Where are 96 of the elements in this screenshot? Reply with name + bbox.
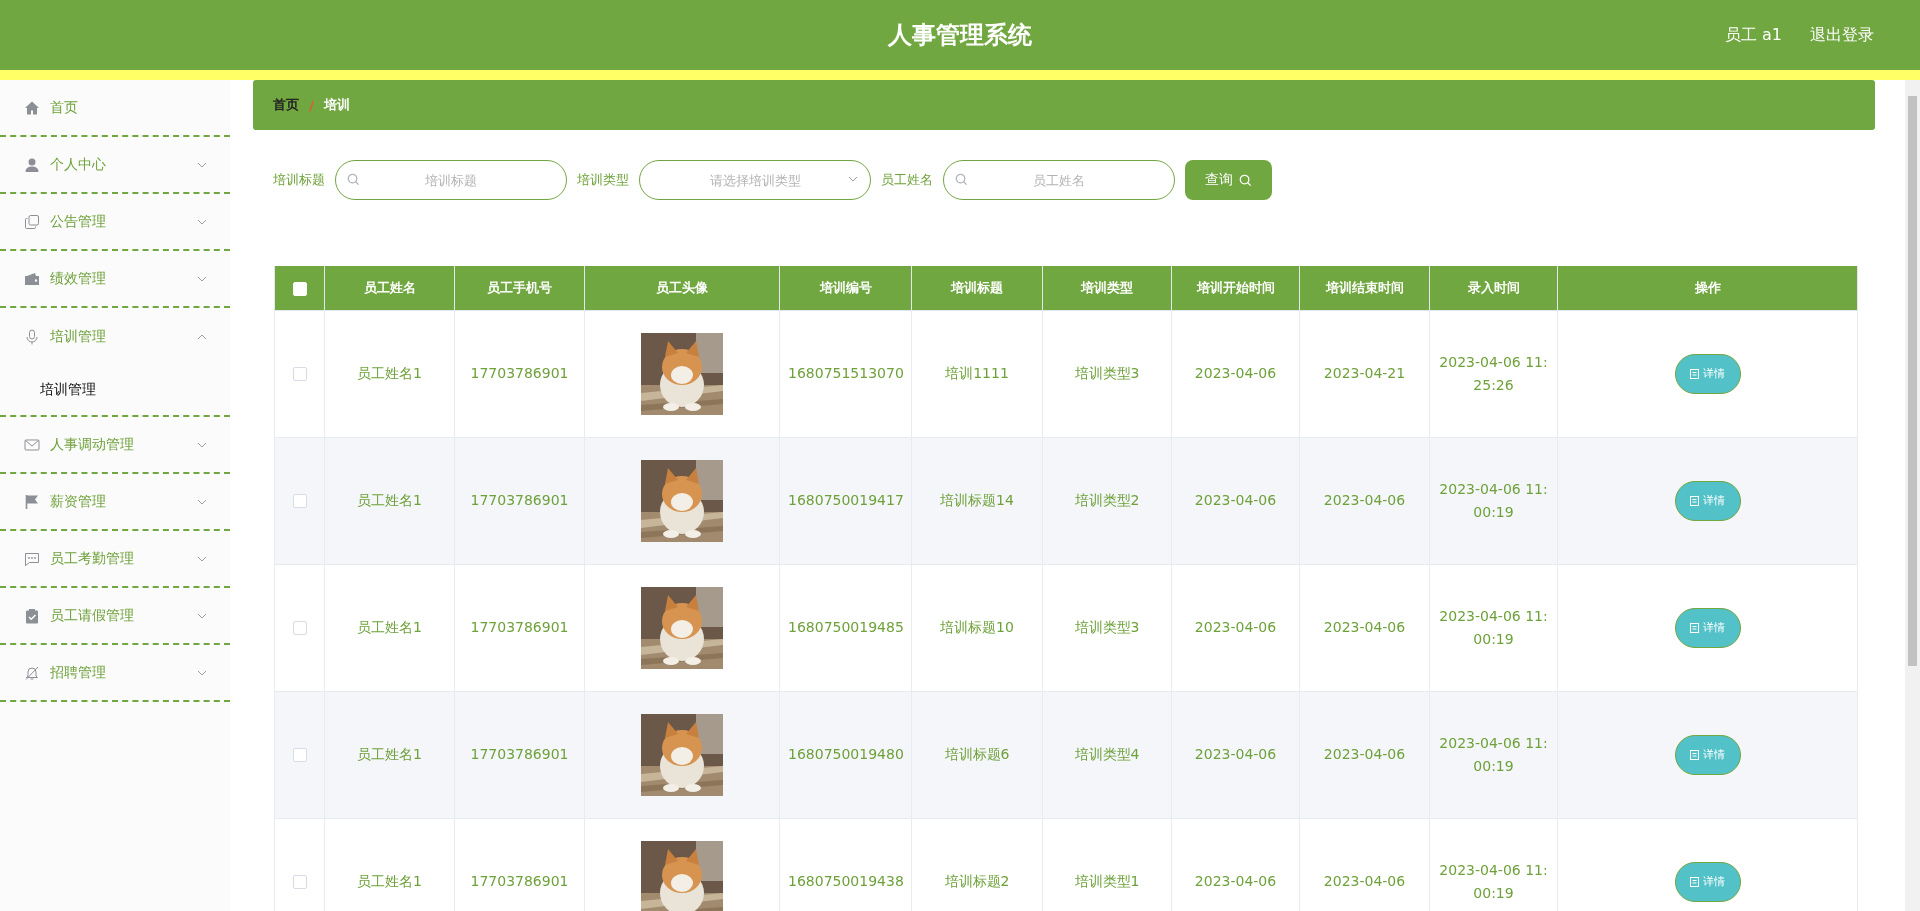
detail-button[interactable]: 详情	[1674, 734, 1741, 775]
column-header: 操作	[1557, 266, 1858, 310]
chat-icon	[24, 550, 40, 567]
row-checkbox[interactable]	[292, 748, 307, 763]
column-header: 培训类型	[1042, 266, 1172, 310]
column-header: 员工姓名	[324, 266, 455, 310]
table-cell: 2023-04-06 11:25:26	[1429, 310, 1558, 437]
column-header: 员工手机号	[454, 266, 585, 310]
column-header: 员工头像	[584, 266, 780, 310]
table-cell: 17703786901	[454, 564, 585, 691]
search-icon	[1239, 173, 1252, 187]
user-name: 员工 a1	[1724, 24, 1782, 46]
table-cell: 2023-04-06	[1171, 437, 1300, 564]
search-icon	[347, 173, 360, 186]
table-cell: 2023-04-06 11:00:19	[1429, 691, 1558, 818]
sidebar-item[interactable]: 个人中心	[0, 137, 230, 194]
column-header: 培训编号	[779, 266, 912, 310]
table-cell: 2023-04-06 11:00:19	[1429, 564, 1558, 691]
table-cell: 培训类型4	[1042, 691, 1172, 818]
document-icon	[1690, 368, 1699, 379]
submenu-item[interactable]: 培训管理	[0, 365, 230, 415]
table-cell: 1680751513070	[779, 310, 912, 437]
table-cell: 2023-04-06	[1171, 691, 1300, 818]
table-cell: 2023-04-21	[1299, 310, 1430, 437]
sidebar-item[interactable]: 薪资管理	[0, 474, 230, 531]
mic-icon	[24, 328, 40, 345]
table-cell: 1680750019480	[779, 691, 912, 818]
table-cell: 17703786901	[454, 691, 585, 818]
column-header: 培训开始时间	[1171, 266, 1300, 310]
copy-icon	[24, 213, 40, 230]
sidebar-item[interactable]: 培训管理	[0, 308, 230, 365]
table-cell: 17703786901	[454, 437, 585, 564]
table-cell: 员工姓名1	[324, 691, 455, 818]
breadcrumb-separator: /	[309, 97, 314, 113]
table-cell: 17703786901	[454, 310, 585, 437]
detail-button[interactable]: 详情	[1674, 480, 1741, 521]
search-field[interactable]: 员工姓名	[943, 160, 1175, 200]
table-cell: 员工姓名1	[324, 564, 455, 691]
table-cell: 员工姓名1	[324, 437, 455, 564]
row-checkbox[interactable]	[292, 875, 307, 890]
sidebar-item[interactable]: 公告管理	[0, 194, 230, 251]
clipboard-icon	[24, 607, 40, 624]
query-button[interactable]: 查询	[1185, 160, 1272, 200]
breadcrumb-item[interactable]: 首页	[273, 96, 299, 114]
column-header: 培训标题	[911, 266, 1043, 310]
table-cell: 培训类型3	[1042, 310, 1172, 437]
table-cell: 培训标题6	[911, 691, 1043, 818]
app-title: 人事管理系统	[888, 20, 1032, 51]
table-cell: 1680750019417	[779, 437, 912, 564]
field-label: 员工姓名	[881, 171, 933, 189]
table-cell: 2023-04-06	[1171, 310, 1300, 437]
field-label: 培训类型	[577, 171, 629, 189]
table-cell: 培训标题14	[911, 437, 1043, 564]
table-cell: 培训1111	[911, 310, 1043, 437]
search-icon	[955, 173, 968, 186]
document-icon	[1690, 876, 1699, 887]
bell-icon	[24, 664, 40, 681]
table-cell: 培训类型2	[1042, 437, 1172, 564]
table-cell: 2023-04-06 11:00:19	[1429, 437, 1558, 564]
breadcrumb-item: 培训	[323, 96, 350, 114]
table-cell: 2023-04-06	[1299, 691, 1430, 818]
table-cell: 2023-04-06	[1171, 564, 1300, 691]
document-icon	[1690, 622, 1699, 633]
table-cell: 1680750019485	[779, 564, 912, 691]
user-icon	[24, 156, 40, 173]
select-all-checkbox[interactable]	[292, 281, 307, 296]
document-icon	[1690, 749, 1699, 760]
scrollbar[interactable]	[1905, 80, 1920, 911]
select-field[interactable]: 请选择培训类型	[639, 160, 871, 200]
sidebar-item[interactable]: 招聘管理	[0, 645, 230, 702]
sidebar-item[interactable]: 人事调动管理	[0, 417, 230, 474]
column-header: 录入时间	[1429, 266, 1558, 310]
table-cell: 培训标题10	[911, 564, 1043, 691]
detail-button[interactable]: 详情	[1674, 861, 1741, 902]
flag-icon	[24, 493, 40, 510]
table-cell: 2023-04-06	[1299, 437, 1430, 564]
sidebar-item[interactable]: 首页	[0, 80, 230, 137]
mail-icon	[24, 436, 40, 453]
table-cell: 培训类型3	[1042, 564, 1172, 691]
row-checkbox[interactable]	[292, 494, 307, 509]
column-header: 培训结束时间	[1299, 266, 1430, 310]
sidebar-item[interactable]: 员工请假管理	[0, 588, 230, 645]
sidebar-item[interactable]: 员工考勤管理	[0, 531, 230, 588]
sidebar-item[interactable]: 绩效管理	[0, 251, 230, 308]
home-icon	[24, 99, 40, 116]
field-label: 培训标题	[273, 171, 325, 189]
table-cell: 2023-04-06	[1299, 564, 1430, 691]
logout-link[interactable]: 退出登录	[1810, 24, 1874, 46]
wallet-icon	[24, 270, 40, 287]
detail-button[interactable]: 详情	[1674, 353, 1741, 394]
row-checkbox[interactable]	[292, 367, 307, 382]
detail-button[interactable]: 详情	[1674, 607, 1741, 648]
table-cell: 员工姓名1	[324, 310, 455, 437]
search-field[interactable]: 培训标题	[335, 160, 567, 200]
row-checkbox[interactable]	[292, 621, 307, 636]
document-icon	[1690, 495, 1699, 506]
